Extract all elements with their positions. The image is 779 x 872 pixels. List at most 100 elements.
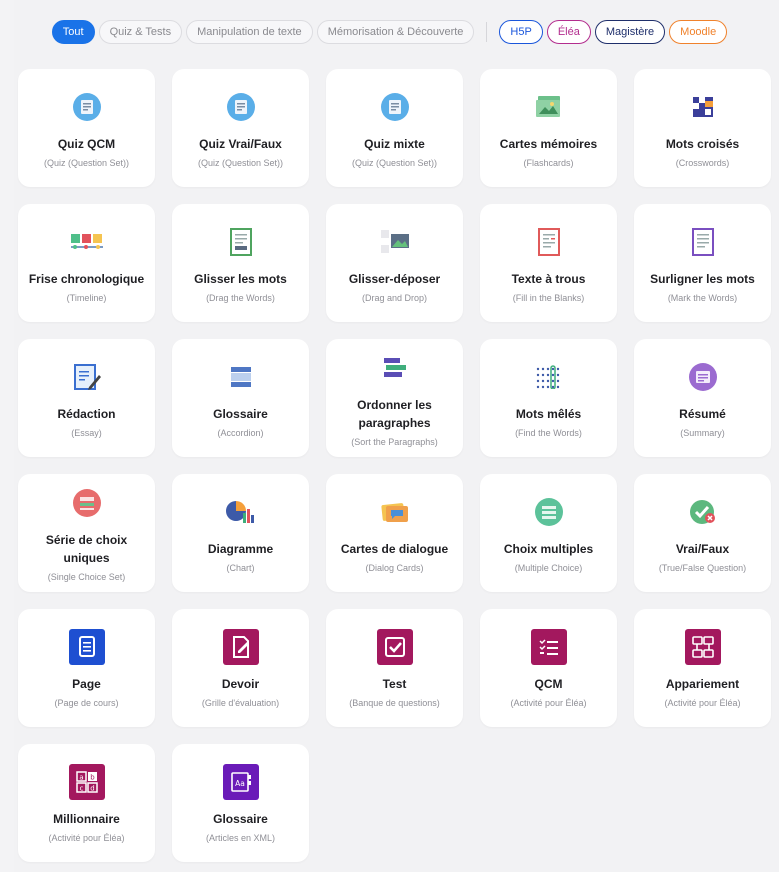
- quiz-document-icon: [221, 87, 261, 127]
- card-cartes-dialogue[interactable]: Cartes de dialogue (Dialog Cards): [326, 474, 463, 592]
- assignment-icon: [221, 627, 261, 667]
- glossary-book-icon: Aa: [221, 762, 261, 802]
- card-quiz-vrai-faux[interactable]: Quiz Vrai/Faux (Quiz (Question Set)): [172, 69, 309, 187]
- card-title: Quiz QCM: [57, 137, 116, 151]
- card-subtitle: (Timeline): [66, 293, 107, 303]
- card-glisser-deposer[interactable]: Glisser-déposer (Drag and Drop): [326, 204, 463, 322]
- card-subtitle: (Activité pour Éléa): [664, 698, 741, 708]
- card-title: Glossaire: [213, 407, 268, 421]
- card-title: Mots mêlés: [515, 407, 582, 421]
- filter-quiz-tests[interactable]: Quiz & Tests: [98, 20, 183, 44]
- card-mots-meles[interactable]: Mots mêlés (Find the Words): [480, 339, 617, 457]
- dialog-cards-icon: [375, 492, 415, 532]
- card-glossaire-xml[interactable]: Aa Glossaire (Articles en XML): [172, 744, 309, 862]
- filter-bar: Tout Quiz & Tests Manipulation de texte …: [0, 19, 779, 45]
- summary-icon: [683, 357, 723, 397]
- filter-tout[interactable]: Tout: [51, 20, 95, 44]
- card-title: Appariement: [665, 677, 740, 691]
- timeline-icon: [67, 222, 107, 262]
- flashcards-icon: [529, 87, 569, 127]
- card-millionnaire[interactable]: abcd Millionnaire (Activité pour Éléa): [18, 744, 155, 862]
- card-title: Devoir: [221, 677, 260, 691]
- card-title: Résumé: [679, 407, 726, 421]
- card-subtitle: (Activité pour Éléa): [48, 833, 125, 843]
- card-appariement[interactable]: Appariement (Activité pour Éléa): [634, 609, 771, 727]
- card-quiz-mixte[interactable]: Quiz mixte (Quiz (Question Set)): [326, 69, 463, 187]
- card-cartes-memoires[interactable]: Cartes mémoires (Flashcards): [480, 69, 617, 187]
- card-serie-choix-uniques[interactable]: Série de choix uniques (Single Choice Se…: [18, 474, 155, 592]
- filter-manipulation-texte[interactable]: Manipulation de texte: [186, 20, 313, 44]
- card-glossaire-accordion[interactable]: Glossaire (Accordion): [172, 339, 309, 457]
- card-vrai-faux[interactable]: Vrai/Faux (True/False Question): [634, 474, 771, 592]
- filter-moodle[interactable]: Moodle: [669, 20, 728, 44]
- card-subtitle: (Articles en XML): [205, 833, 276, 843]
- card-mots-croises[interactable]: Mots croisés (Crosswords): [634, 69, 771, 187]
- find-words-icon: [529, 357, 569, 397]
- true-false-icon: [683, 492, 723, 532]
- abcd-grid-icon: abcd: [67, 762, 107, 802]
- single-choice-icon: [67, 483, 107, 523]
- card-surligner-les-mots[interactable]: Surligner les mots (Mark the Words): [634, 204, 771, 322]
- card-redaction[interactable]: Rédaction (Essay): [18, 339, 155, 457]
- card-qcm-elea[interactable]: QCM (Activité pour Éléa): [480, 609, 617, 727]
- card-title: Texte à trous: [511, 272, 586, 286]
- drag-words-icon: [221, 222, 261, 262]
- chart-icon: [221, 492, 261, 532]
- filter-magistere[interactable]: Magistère: [594, 20, 666, 44]
- card-test[interactable]: Test (Banque de questions): [326, 609, 463, 727]
- card-title: Rédaction: [57, 407, 116, 421]
- card-title: Mots croisés: [665, 137, 740, 151]
- filter-divider: [486, 22, 488, 42]
- essay-icon: [67, 357, 107, 397]
- matching-icon: [683, 627, 723, 667]
- card-subtitle: (Summary): [680, 428, 725, 438]
- card-subtitle: (Find the Words): [515, 428, 582, 438]
- svg-text:c: c: [79, 785, 83, 793]
- test-checkbox-icon: [375, 627, 415, 667]
- card-subtitle: (Quiz (Question Set)): [351, 158, 438, 168]
- card-subtitle: (Sort the Paragraphs): [351, 437, 438, 447]
- card-subtitle: (Multiple Choice): [514, 563, 583, 573]
- card-title: Frise chronologique: [28, 272, 145, 286]
- card-title: Cartes mémoires: [499, 137, 598, 151]
- filter-elea[interactable]: Éléa: [546, 20, 591, 44]
- card-subtitle: (Drag the Words): [206, 293, 275, 303]
- card-subtitle: (Single Choice Set): [47, 572, 126, 582]
- card-choix-multiples[interactable]: Choix multiples (Multiple Choice): [480, 474, 617, 592]
- sort-paragraphs-icon: [375, 348, 415, 388]
- filter-memorisation-decouverte[interactable]: Mémorisation & Découverte: [316, 20, 475, 44]
- card-title: Surligner les mots: [650, 272, 755, 286]
- card-quiz-qcm[interactable]: Quiz QCM (Quiz (Question Set)): [18, 69, 155, 187]
- card-subtitle: (Grille d'évaluation): [201, 698, 280, 708]
- card-diagramme[interactable]: Diagramme (Chart): [172, 474, 309, 592]
- card-title: Ordonner les paragraphes: [357, 398, 432, 430]
- card-title: Quiz Vrai/Faux: [199, 137, 282, 151]
- card-page[interactable]: Page (Page de cours): [18, 609, 155, 727]
- card-texte-a-trous[interactable]: Texte à trous (Fill in the Blanks): [480, 204, 617, 322]
- card-title: Diagramme: [207, 542, 274, 556]
- svg-text:d: d: [90, 785, 94, 793]
- card-subtitle: (Quiz (Question Set)): [43, 158, 130, 168]
- card-subtitle: (Drag and Drop): [361, 293, 428, 303]
- card-resume[interactable]: Résumé (Summary): [634, 339, 771, 457]
- activity-grid: Quiz QCM (Quiz (Question Set)) Quiz Vrai…: [18, 69, 771, 862]
- quiz-document-icon: [375, 87, 415, 127]
- svg-text:Aa: Aa: [235, 779, 245, 788]
- card-title: Test: [382, 677, 407, 691]
- card-subtitle: (Quiz (Question Set)): [197, 158, 284, 168]
- list-check-icon: [529, 627, 569, 667]
- card-subtitle: (Mark the Words): [667, 293, 738, 303]
- card-title: Millionnaire: [53, 812, 120, 826]
- crossword-icon: [683, 87, 723, 127]
- svg-text:b: b: [90, 774, 95, 782]
- card-glisser-les-mots[interactable]: Glisser les mots (Drag the Words): [172, 204, 309, 322]
- card-devoir[interactable]: Devoir (Grille d'évaluation): [172, 609, 309, 727]
- card-ordonner-paragraphes[interactable]: Ordonner les paragraphes (Sort the Parag…: [326, 339, 463, 457]
- accordion-icon: [221, 357, 261, 397]
- filter-h5p[interactable]: H5P: [499, 20, 543, 44]
- card-frise-chronologique[interactable]: Frise chronologique (Timeline): [18, 204, 155, 322]
- card-subtitle: (Fill in the Blanks): [512, 293, 585, 303]
- svg-text:a: a: [79, 774, 83, 782]
- card-subtitle: (True/False Question): [658, 563, 747, 573]
- card-title: Glisser les mots: [194, 272, 287, 286]
